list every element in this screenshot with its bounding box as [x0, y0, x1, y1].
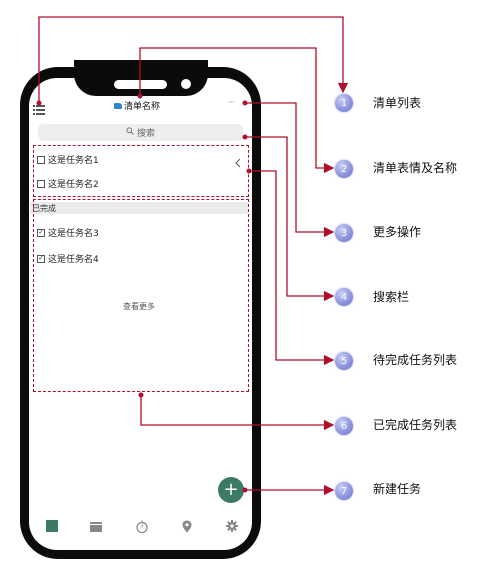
annotation-badge-1: 1: [335, 94, 353, 112]
annotation-label-6: 已完成任务列表: [373, 418, 458, 432]
connector-6: [140, 395, 335, 431]
annotation-label-4: 搜索栏: [373, 290, 410, 304]
annotation-badge-2: 2: [335, 160, 353, 178]
annotation-badge-3: 3: [335, 224, 353, 242]
annotation-badge-6: 6: [335, 417, 353, 435]
annotation-badge-4: 4: [335, 288, 353, 306]
annotation-label-5: 待完成任务列表: [373, 353, 458, 367]
annotation-badge-7: 7: [335, 482, 353, 500]
annotation-badge-5: 5: [335, 352, 353, 370]
connector-5: [249, 170, 335, 366]
connector-4: [245, 136, 335, 302]
connector-2: [139, 47, 335, 174]
connector-1: [38, 16, 349, 103]
annotation-label-7: 新建任务: [373, 482, 422, 496]
annotation-label-1: 清单列表: [373, 96, 422, 110]
annotation-label-2: 清单表情及名称: [373, 161, 458, 175]
annotation-label-3: 更多操作: [373, 225, 422, 239]
